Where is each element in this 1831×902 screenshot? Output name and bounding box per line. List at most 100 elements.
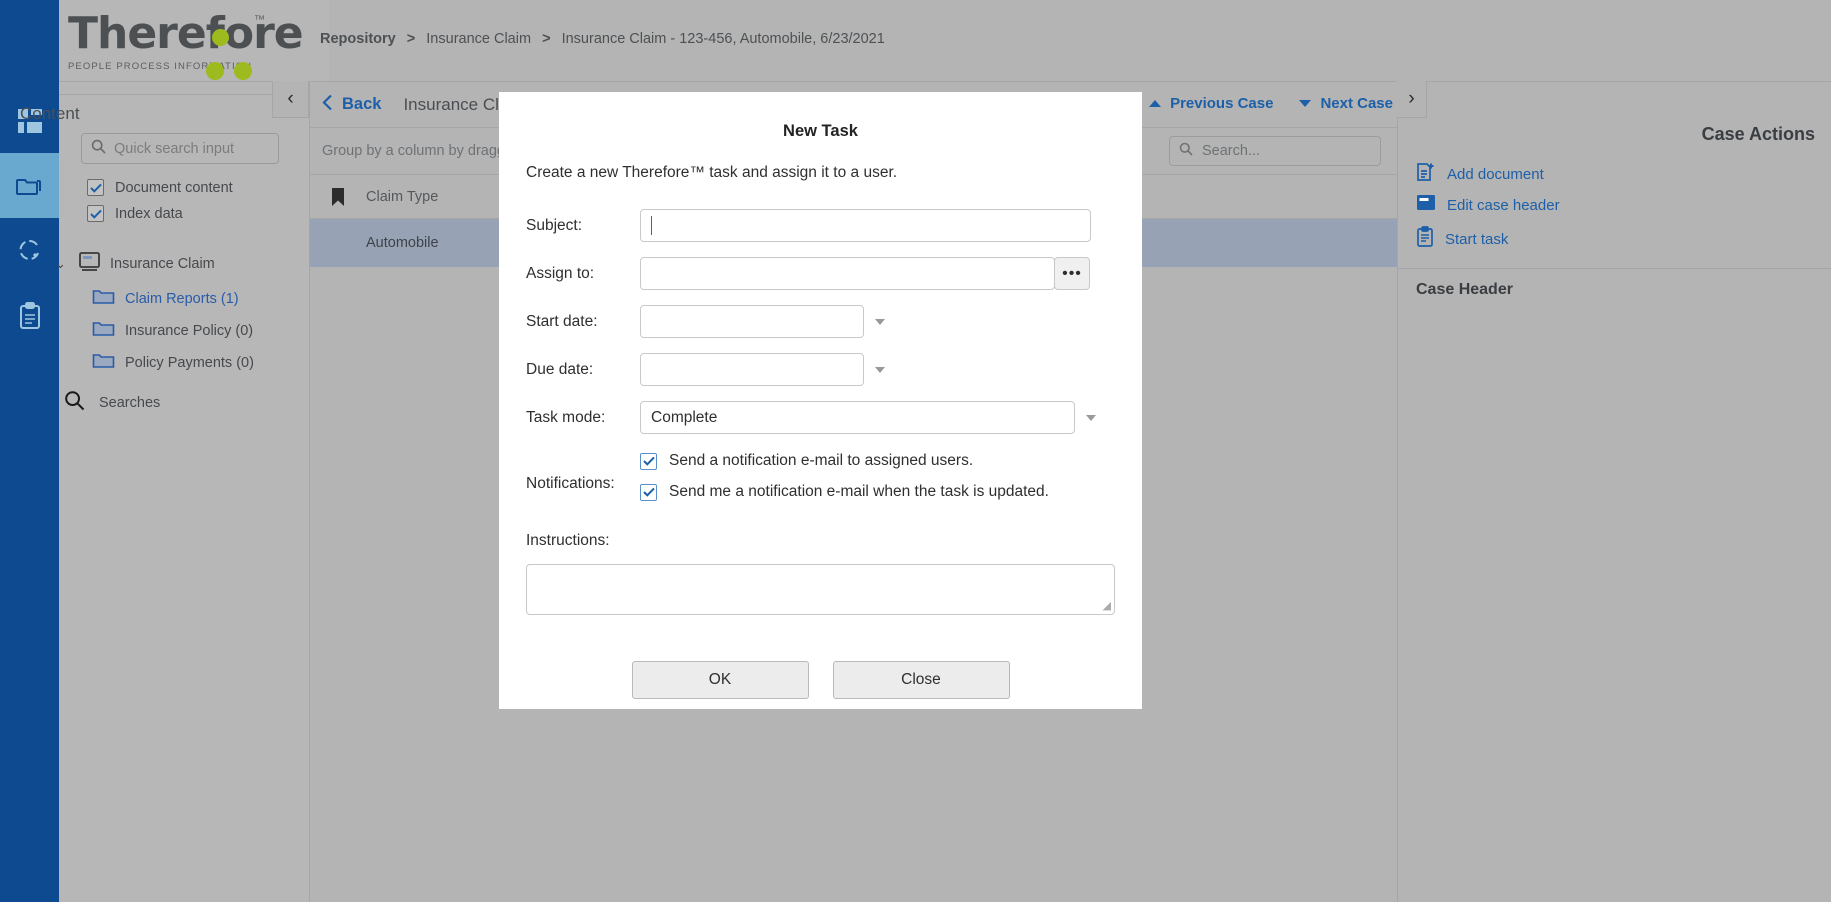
app-logo: Therefore ™ PEOPLE PROCESS INFORMATION [68,12,303,72]
ok-button[interactable]: OK [632,661,809,699]
tree-item-insurance-policy[interactable]: Insurance Policy (0) [92,319,253,342]
subject-input[interactable] [640,209,1091,242]
checkbox-label: Index data [115,206,183,222]
logo-dot-2 [206,62,224,80]
instructions-label: Instructions: [499,532,1142,550]
task-mode-select[interactable]: Complete [640,401,1075,434]
task-mode-label: Task mode: [499,409,640,427]
checkbox-notify-assigned-users[interactable]: Send a notification e-mail to assigned u… [640,452,1049,470]
breadcrumb-item-insurance-claim[interactable]: Insurance Claim [426,31,531,47]
action-edit-case-header[interactable]: Edit case header [1416,194,1560,217]
tree-item-label: Policy Payments (0) [125,355,254,371]
grid-column-header-claim-type[interactable]: Claim Type [366,189,438,205]
add-document-icon [1416,162,1436,187]
assign-to-label: Assign to: [499,265,640,283]
search-icon [64,390,85,416]
action-label: Edit case header [1447,197,1560,214]
bookmark-icon [310,188,366,206]
right-panel-expand-button[interactable]: › [1397,81,1427,118]
start-date-input[interactable] [640,305,864,338]
checkbox-notify-me-on-update[interactable]: Send me a notification e-mail when the t… [640,483,1049,501]
assign-to-browse-button[interactable]: ••• [1054,257,1090,290]
start-date-label: Start date: [499,313,640,331]
checkbox-box [640,453,657,470]
grid-search-placeholder: Search... [1202,143,1260,159]
category-icon [78,251,101,277]
start-date-dropdown-icon[interactable] [875,319,885,325]
rail-item-content[interactable] [0,153,59,218]
close-button[interactable]: Close [833,661,1010,699]
text-cursor [651,216,652,235]
due-date-input[interactable] [640,353,864,386]
quick-search-placeholder: Quick search input [114,141,234,157]
field-row-due-date: Due date: [499,353,1142,386]
folders-icon [15,173,45,199]
assign-to-input[interactable] [640,257,1055,290]
search-icon [91,139,106,159]
triangle-down-icon [1299,100,1311,107]
back-button[interactable]: Back [322,94,381,116]
resize-grip-icon[interactable]: ◢ [1103,601,1111,612]
tree-item-claim-reports[interactable]: Claim Reports (1) [92,287,239,310]
case-actions-title: Case Actions [1702,124,1815,145]
checkbox-index-data[interactable]: Index data [87,205,183,222]
field-row-start-date: Start date: [499,305,1142,338]
previous-case-label: Previous Case [1170,95,1273,112]
logo-tagline: PEOPLE PROCESS INFORMATION [68,61,303,72]
dialog-button-row: OK Close [499,661,1142,699]
left-icon-rail [0,0,59,902]
logo-wordmark: Therefore [68,12,303,56]
chevron-left-icon [322,94,333,116]
group-by-hint: Group by a column by draggin [322,143,516,159]
breadcrumb-item-repository[interactable]: Repository [320,31,396,47]
breadcrumb: Repository > Insurance Claim > Insurance… [320,31,885,47]
field-row-subject: Subject: [499,209,1142,242]
checkbox-label: Send me a notification e-mail when the t… [669,483,1049,501]
breadcrumb-separator: > [542,31,550,47]
field-row-task-mode: Task mode: Complete [499,401,1142,434]
previous-case-button[interactable]: Previous Case [1149,95,1273,112]
tree-node-insurance-claim[interactable]: ⌄ Insurance Claim [55,251,215,277]
logo-dot-3 [234,62,252,80]
due-date-label: Due date: [499,361,640,379]
due-date-dropdown-icon[interactable] [875,367,885,373]
action-start-task[interactable]: Start task [1416,226,1508,252]
sidebar-collapse-button[interactable]: ‹ [272,81,309,118]
task-mode-dropdown-icon[interactable] [1086,415,1096,421]
logo-dot-1 [212,29,229,46]
app-root: Content ‹ Quick search input Document co… [0,0,1831,902]
rail-item-workflow[interactable] [0,218,59,283]
next-case-button[interactable]: Next Case [1299,95,1393,112]
quick-search-input[interactable]: Quick search input [81,133,279,164]
search-icon [1179,142,1193,161]
checkbox-box [87,205,104,222]
action-add-document[interactable]: Add document [1416,162,1544,187]
breadcrumb-separator: > [407,31,415,47]
page-title: Insurance Cl [403,95,498,115]
tree-item-label: Insurance Policy (0) [125,323,253,339]
start-task-icon [1416,226,1434,252]
action-label: Start task [1445,231,1508,248]
dialog-subtitle: Create a new Therefore™ task and assign … [526,164,1142,182]
case-navigation: Previous Case Next Case [1149,95,1393,112]
breadcrumb-item-current: Insurance Claim - 123-456, Automobile, 6… [562,31,885,47]
sidebar-title: Content [20,104,80,124]
tasks-icon [18,302,42,330]
case-header-section-title: Case Header [1416,281,1513,299]
sidebar-item-searches[interactable]: Searches [64,390,160,416]
grid-search-input[interactable]: Search... [1169,136,1381,166]
back-label: Back [342,95,381,114]
tree-node-label: Insurance Claim [110,256,215,272]
tree-item-label: Claim Reports (1) [125,291,239,307]
workflow-icon [17,238,43,264]
next-case-label: Next Case [1320,95,1393,112]
tree-item-policy-payments[interactable]: Policy Payments (0) [92,351,254,374]
instructions-textarea[interactable]: ◢ [526,564,1115,615]
cell-claim-type: Automobile [366,235,439,251]
chevron-down-icon[interactable]: ⌄ [55,256,69,272]
triangle-up-icon [1149,100,1161,107]
rail-item-tasks[interactable] [0,283,59,348]
task-mode-value: Complete [651,409,717,427]
checkbox-box [87,179,104,196]
checkbox-document-content[interactable]: Document content [87,179,233,196]
